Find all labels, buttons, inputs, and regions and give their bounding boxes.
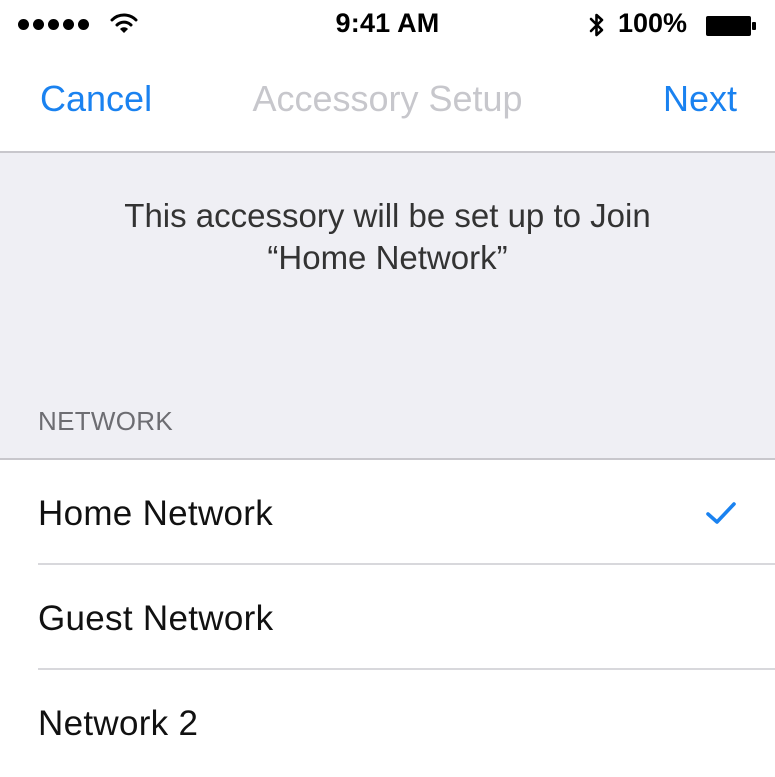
status-bar: 9:41 AM 100% [0, 0, 775, 52]
page-title: Accessory Setup [252, 78, 523, 119]
network-row-network-2[interactable]: Network 2 [0, 670, 775, 775]
setup-message-line-1: This accessory will be set up to Join [124, 197, 651, 234]
setup-message-line-2: “Home Network” [267, 239, 508, 276]
network-label: Network 2 [38, 704, 199, 743]
network-section-header: NETWORK [38, 406, 173, 436]
bluetooth-icon [589, 13, 604, 37]
navigation-bar: Cancel Accessory Setup Next [0, 52, 775, 153]
checkmark-icon [706, 502, 736, 524]
battery-percent: 100% [618, 8, 688, 38]
network-label: Home Network [38, 494, 274, 533]
screen: 9:41 AM 100% Cancel Accessory Setup Next… [0, 0, 775, 777]
setup-message: This accessory will be set up to Join “H… [60, 195, 715, 279]
network-row-guest-network[interactable]: Guest Network [0, 565, 775, 670]
info-area: This accessory will be set up to Join “H… [0, 153, 775, 458]
next-button[interactable]: Next [663, 78, 737, 120]
network-row-home-network[interactable]: Home Network [0, 460, 775, 565]
network-list: Home Network Guest Network Network 2 [0, 458, 775, 775]
battery-icon [706, 16, 756, 36]
network-label: Guest Network [38, 599, 274, 638]
